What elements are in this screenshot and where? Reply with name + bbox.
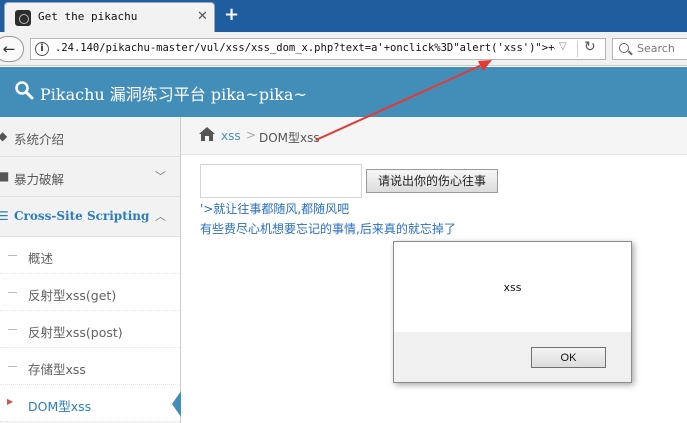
- sidebar-subitem-overview[interactable]: 概述: [0, 237, 180, 274]
- sidebar-item-bruteforce[interactable]: ■ 暴力破解 ﹀: [0, 157, 180, 197]
- sidebar-subitem-label: 概述: [28, 251, 54, 266]
- breadcrumb-current: DOM型xss: [259, 131, 320, 145]
- browser-tab[interactable]: Get the pikachu ✕: [4, 2, 215, 32]
- sidebar-subitem-label: 存储型xss: [28, 362, 86, 377]
- chevron-down-icon: ﹀: [155, 170, 166, 183]
- dom-output-link[interactable]: '>就让往事都随风,都随风吧: [200, 200, 349, 217]
- tree-tick: [8, 366, 17, 367]
- site-title: Pikachu 漏洞练习平台 pika~pika~: [40, 85, 307, 104]
- sidebar-subitem-label: DOM型xss: [28, 399, 92, 414]
- search-logo-icon: [14, 80, 34, 105]
- tab-title: Get the pikachu: [38, 10, 138, 23]
- browser-tab-strip: Get the pikachu ✕ +: [0, 0, 687, 32]
- home-icon[interactable]: [198, 126, 216, 142]
- sidebar: ◆ 系统介绍 ■ 暴力破解 ﹀ ☰ Cross-Site Scripting ︿…: [0, 117, 181, 423]
- info-icon[interactable]: i: [35, 42, 49, 56]
- search-icon: [619, 43, 629, 53]
- arrow-left-icon: ←: [2, 40, 16, 58]
- search-box[interactable]: Search: [612, 38, 687, 60]
- ok-button[interactable]: OK: [531, 347, 606, 368]
- browser-nav-bar: ← i .24.140/pikachu-master/vul/xss/xss_d…: [0, 32, 687, 66]
- alert-dialog: xss OK: [393, 241, 632, 383]
- tree-tick: [8, 255, 17, 256]
- hint-text: 有些费尽心机想要忘记的事情,后来真的就忘掉了: [200, 222, 456, 236]
- close-tab-icon[interactable]: ✕: [197, 9, 208, 24]
- active-pointer: [172, 391, 181, 417]
- site-header: Pikachu 漏洞练习平台 pika~pika~: [0, 67, 687, 117]
- sidebar-item-label: Cross-Site Scripting: [14, 209, 150, 223]
- sidebar-item-label: 暴力破解: [14, 172, 65, 187]
- breadcrumb: xss > DOM型xss: [181, 117, 687, 155]
- url-text[interactable]: .24.140/pikachu-master/vul/xss/xss_dom_x…: [55, 42, 555, 54]
- sidebar-subitem-dom[interactable]: ▶ DOM型xss: [0, 385, 181, 422]
- list-icon: ☰: [0, 209, 9, 223]
- sidebar-item-intro[interactable]: ◆ 系统介绍: [0, 117, 180, 157]
- back-button[interactable]: ←: [0, 36, 24, 62]
- tag-icon: ◆: [0, 129, 8, 143]
- sidebar-subitem-reflected-get[interactable]: 反射型xss(get): [0, 274, 180, 311]
- new-tab-button[interactable]: +: [224, 4, 239, 25]
- tree-tick: [8, 329, 17, 330]
- site-favicon-icon: [15, 10, 31, 26]
- sidebar-subitem-label: 反射型xss(get): [28, 288, 117, 303]
- sidebar-subitem-label: 反射型xss(post): [28, 325, 123, 340]
- breadcrumb-link-xss[interactable]: xss: [221, 129, 241, 143]
- submit-button[interactable]: 请说出你的伤心往事: [366, 169, 498, 193]
- sidebar-subitem-reflected-post[interactable]: 反射型xss(post): [0, 311, 180, 348]
- search-placeholder: Search: [637, 42, 675, 55]
- chevron-up-icon: ︿: [155, 210, 166, 223]
- reload-icon[interactable]: ↻: [584, 39, 596, 55]
- lock-icon: ■: [0, 169, 10, 183]
- tree-tick: [8, 292, 17, 293]
- caret-right-icon: ▶: [7, 397, 14, 406]
- url-separator: [577, 41, 578, 57]
- sidebar-item-xss[interactable]: ☰ Cross-Site Scripting ︿: [0, 197, 180, 237]
- text-input[interactable]: [200, 164, 362, 198]
- sidebar-item-label: 系统介绍: [14, 132, 65, 147]
- alert-message: xss: [503, 281, 522, 294]
- sidebar-subitem-stored[interactable]: 存储型xss: [0, 348, 180, 385]
- address-bar[interactable]: i .24.140/pikachu-master/vul/xss/xss_dom…: [30, 38, 606, 60]
- dropdown-arrow-icon[interactable]: ▽: [559, 41, 567, 52]
- alert-footer: OK: [394, 332, 631, 382]
- breadcrumb-separator: >: [246, 128, 257, 142]
